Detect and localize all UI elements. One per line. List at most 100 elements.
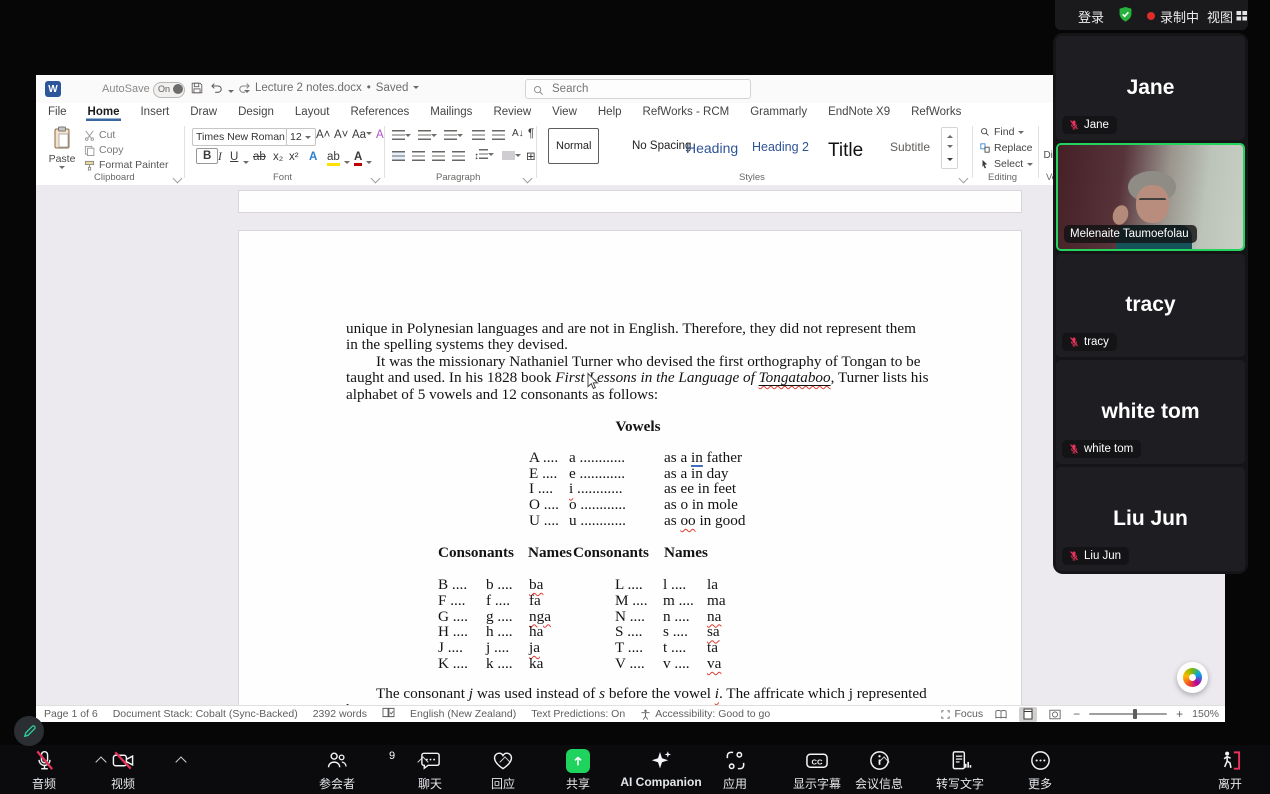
participant-tile[interactable]: white tom white tom	[1056, 360, 1245, 464]
menu-tab[interactable]: File	[46, 105, 69, 121]
participants-button[interactable]: 9 参会者	[287, 748, 387, 792]
sort-button[interactable]: A↓	[512, 128, 524, 139]
clear-formatting-button[interactable]: A	[376, 129, 384, 141]
read-mode-button[interactable]	[992, 707, 1010, 722]
copilot-button[interactable]	[1177, 662, 1208, 693]
copy-button[interactable]: Copy	[84, 144, 124, 156]
style-item[interactable]: Title	[828, 140, 863, 162]
underline-caret[interactable]	[243, 161, 249, 167]
leave-button[interactable]: 离开	[1188, 748, 1270, 792]
word-count[interactable]: 2392 words	[313, 708, 367, 720]
line-spacing-button[interactable]: ↕	[474, 149, 494, 162]
participant-tile-active-speaker[interactable]: Melenaite Taumoefolau	[1056, 143, 1245, 251]
title-caret[interactable]	[413, 86, 419, 92]
align-left-button[interactable]	[392, 151, 405, 164]
font-dialog-launcher[interactable]	[371, 174, 381, 184]
underline-button[interactable]: U	[230, 151, 238, 163]
undo-icon[interactable]	[209, 81, 224, 100]
menu-tab[interactable]: Home	[86, 105, 122, 121]
menu-tab[interactable]: Draw	[188, 105, 219, 121]
shrink-font-button[interactable]: A˅	[334, 129, 348, 141]
participant-tile[interactable]: Liu Jun Liu Jun	[1056, 467, 1245, 571]
qat-customize-caret[interactable]	[244, 90, 250, 96]
grow-font-button[interactable]: A˄	[316, 129, 330, 141]
menu-tab[interactable]: EndNote X9	[826, 105, 892, 121]
login-button[interactable]: 登录	[1078, 7, 1104, 26]
decrease-indent-button[interactable]	[472, 130, 485, 143]
search-input[interactable]	[550, 81, 744, 97]
more-button[interactable]: 更多	[998, 748, 1082, 792]
borders-button[interactable]: ⊞	[526, 149, 536, 163]
page-indicator[interactable]: Page 1 of 6	[44, 708, 98, 720]
menu-tab[interactable]: Mailings	[428, 105, 474, 121]
security-shield-icon[interactable]	[1116, 5, 1135, 29]
menu-tab[interactable]: Layout	[293, 105, 332, 121]
style-item[interactable]: Normal	[548, 128, 599, 164]
styles-dialog-launcher[interactable]	[959, 174, 969, 184]
text-predictions-indicator[interactable]: Text Predictions: On	[531, 708, 625, 720]
document-canvas[interactable]: unique in Polynesian languages and are n…	[36, 185, 1225, 705]
participant-tile[interactable]: tracy tracy	[1056, 254, 1245, 358]
italic-button[interactable]: I	[218, 151, 222, 163]
web-layout-button[interactable]	[1046, 707, 1064, 722]
zoom-slider-thumb[interactable]	[1133, 709, 1137, 719]
replace-button[interactable]: Replace	[980, 142, 1033, 154]
find-button[interactable]: Find	[980, 126, 1024, 138]
menu-tab[interactable]: RefWorks - RCM	[641, 105, 732, 121]
annotate-button[interactable]	[14, 716, 44, 746]
menu-tab[interactable]: References	[348, 105, 411, 121]
undo-dropdown-caret[interactable]	[228, 90, 234, 96]
paragraph-dialog-launcher[interactable]	[523, 174, 533, 184]
participant-tile[interactable]: Jane Jane	[1056, 36, 1245, 140]
strikethrough-button[interactable]: ab	[253, 151, 266, 163]
bold-button[interactable]: B	[196, 150, 218, 162]
justify-button[interactable]	[452, 151, 465, 164]
shading-button[interactable]	[502, 151, 521, 163]
language-indicator[interactable]: English (New Zealand)	[410, 708, 516, 720]
clipboard-dialog-launcher[interactable]	[173, 174, 183, 184]
view-button[interactable]: 视图	[1207, 7, 1233, 26]
accessibility-indicator[interactable]: Accessibility: Good to go	[640, 708, 770, 720]
transcript-button[interactable]: 转写文字	[918, 748, 1002, 792]
highlight-button[interactable]: ab	[327, 151, 340, 166]
view-grid-icon[interactable]	[1236, 9, 1248, 27]
font-color-caret[interactable]	[366, 161, 372, 167]
increase-indent-button[interactable]	[492, 130, 505, 143]
format-painter-button[interactable]: Format Painter	[84, 159, 168, 171]
menu-tab[interactable]: Design	[236, 105, 276, 121]
show-marks-button[interactable]: ¶	[528, 128, 534, 140]
cut-button[interactable]: Cut	[84, 129, 115, 141]
apps-button[interactable]: 应用	[693, 748, 777, 792]
subscript-button[interactable]: x₂	[273, 151, 283, 163]
menu-tab[interactable]: Help	[596, 105, 624, 121]
paste-button[interactable]: Paste	[44, 125, 80, 175]
meeting-info-button[interactable]: 会议信息	[837, 748, 921, 792]
numbering-button[interactable]	[418, 130, 437, 143]
video-options-caret[interactable]	[175, 756, 186, 767]
menu-tab[interactable]: Review	[491, 105, 533, 121]
zoom-level[interactable]: 150%	[1192, 708, 1219, 720]
document-page[interactable]: unique in Polynesian languages and are n…	[238, 230, 1022, 705]
change-case-button[interactable]: Aa	[352, 129, 372, 141]
doc-stack-indicator[interactable]: Document Stack: Cobalt (Sync-Backed)	[113, 708, 298, 720]
font-color-button[interactable]: A	[354, 151, 362, 166]
menu-tab[interactable]: Insert	[138, 105, 171, 121]
reactions-button[interactable]: 回应	[461, 748, 545, 792]
audio-button[interactable]: 音频	[2, 748, 86, 792]
font-size-combo[interactable]: 12	[286, 128, 316, 146]
style-item[interactable]: No Spacing	[632, 140, 691, 152]
menu-tab[interactable]: RefWorks	[909, 105, 963, 121]
zoom-out-button[interactable]: −	[1073, 707, 1080, 721]
style-item[interactable]: Heading 2	[752, 140, 809, 154]
print-layout-button[interactable]	[1019, 707, 1037, 722]
superscript-button[interactable]: x²	[289, 151, 299, 163]
text-effects-button[interactable]: A	[309, 151, 317, 163]
proofing-icon[interactable]	[382, 707, 395, 721]
focus-button[interactable]: Focus	[940, 708, 984, 720]
align-center-button[interactable]	[412, 151, 425, 164]
style-item[interactable]: Subtitle	[890, 140, 930, 154]
recording-indicator[interactable]: 录制中	[1160, 7, 1199, 26]
autosave-toggle[interactable]: On	[153, 82, 185, 98]
style-item[interactable]: Heading	[686, 140, 738, 156]
highlight-caret[interactable]	[344, 161, 350, 167]
